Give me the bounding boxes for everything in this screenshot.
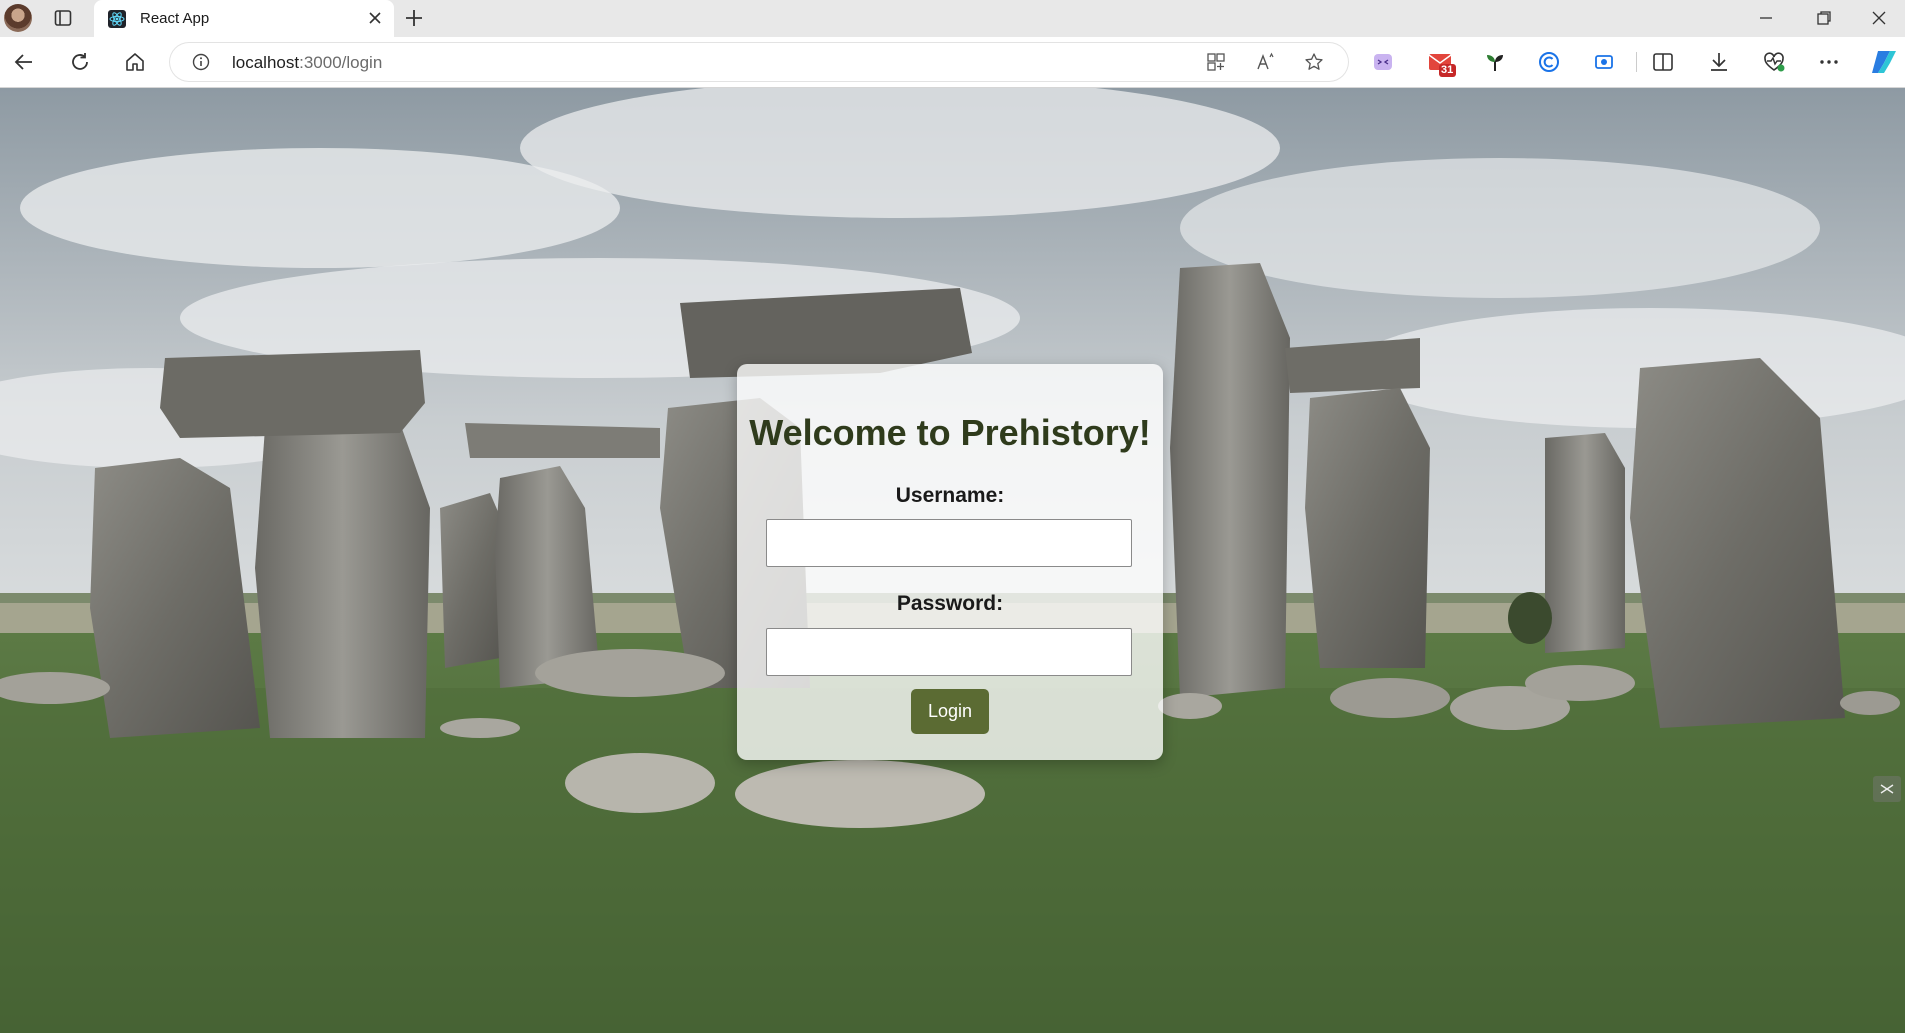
more-options-icon[interactable] (1818, 51, 1840, 73)
site-info-icon[interactable] (192, 53, 210, 71)
split-screen-icon[interactable] (1652, 51, 1674, 73)
username-input[interactable] (766, 519, 1132, 567)
login-card: Welcome to Prehistory! Username: Passwor… (737, 364, 1163, 760)
username-label: Username: (895, 484, 1005, 507)
browser-essentials-icon[interactable] (1763, 51, 1785, 73)
read-aloud-icon[interactable] (1256, 52, 1276, 72)
toolbar-divider (1636, 52, 1637, 72)
extension-cat-icon[interactable] (1372, 51, 1394, 73)
minimize-icon[interactable] (1756, 8, 1776, 28)
page-title: Welcome to Prehistory! (749, 412, 1151, 453)
refresh-icon[interactable] (69, 51, 91, 73)
screenshot-icon[interactable] (1593, 51, 1615, 73)
restore-icon[interactable] (1814, 8, 1834, 28)
download-icon[interactable] (1708, 51, 1730, 73)
url-host: localhost (232, 53, 300, 72)
url-text: localhost:3000/login (232, 53, 382, 73)
copilot-icon[interactable] (1870, 49, 1898, 75)
app-available-icon[interactable] (1206, 52, 1226, 72)
password-label: Password: (896, 592, 1004, 615)
close-window-icon[interactable] (1869, 8, 1889, 28)
login-button[interactable]: Login (911, 689, 989, 734)
tab-actions-icon[interactable] (54, 9, 72, 27)
extension-c-icon[interactable] (1538, 51, 1560, 73)
password-input[interactable] (766, 628, 1132, 676)
back-arrow-icon[interactable] (13, 51, 35, 73)
home-icon[interactable] (124, 51, 146, 73)
page-viewport: Welcome to Prehistory! Username: Passwor… (0, 88, 1905, 1033)
new-tab-icon[interactable] (404, 8, 424, 28)
react-icon (108, 10, 126, 28)
favorite-star-icon[interactable] (1304, 52, 1324, 72)
browser-toolbar: localhost:3000/login 31 (0, 37, 1905, 88)
mail-notification-icon[interactable]: 31 (1428, 51, 1456, 77)
extension-sprout-icon[interactable] (1484, 51, 1506, 73)
mail-badge-count: 31 (1441, 64, 1454, 76)
profile-avatar[interactable] (4, 4, 32, 32)
close-tab-icon[interactable] (366, 9, 384, 27)
address-bar[interactable]: localhost:3000/login (170, 43, 1348, 81)
url-path: :3000/login (299, 53, 383, 72)
tab-react-app[interactable]: React App (94, 0, 394, 37)
browser-tab-bar: React App (0, 0, 1905, 37)
sidebar-toggle-icon[interactable] (1873, 776, 1901, 802)
tab-title: React App (140, 10, 210, 27)
